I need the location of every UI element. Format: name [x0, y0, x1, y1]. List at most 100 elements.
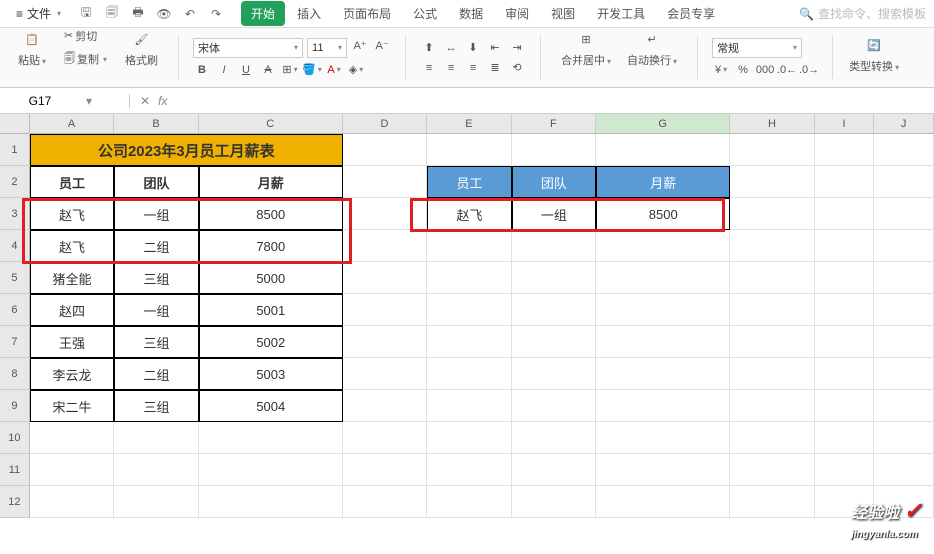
cell[interactable]	[512, 230, 596, 262]
header-cell[interactable]: 员工	[30, 166, 114, 198]
underline-button[interactable]: U	[237, 62, 255, 78]
lookup-header-cell[interactable]: 月薪	[596, 166, 730, 198]
cell[interactable]	[596, 486, 730, 518]
cell[interactable]	[596, 294, 730, 326]
cell[interactable]	[874, 198, 934, 230]
data-cell[interactable]: 赵四	[30, 294, 114, 326]
indent-right-icon[interactable]: ⇥	[508, 40, 526, 56]
cell[interactable]	[427, 134, 511, 166]
border-button[interactable]: ⊞▾	[281, 62, 299, 78]
select-all-corner[interactable]	[0, 114, 30, 133]
name-box-input[interactable]	[0, 94, 80, 108]
save-as-icon[interactable]: 🗐	[103, 5, 121, 23]
cell[interactable]	[874, 454, 934, 486]
cell[interactable]	[427, 390, 511, 422]
cell[interactable]	[730, 262, 814, 294]
col-header[interactable]: B	[114, 114, 198, 133]
print-icon[interactable]: 🖶	[129, 5, 147, 23]
bold-button[interactable]: B	[193, 62, 211, 78]
cell[interactable]	[815, 198, 875, 230]
cell[interactable]	[199, 422, 343, 454]
cell[interactable]	[730, 134, 814, 166]
redo-icon[interactable]: ↷	[207, 5, 225, 23]
merge-button[interactable]: ⊞ 合并居中▾	[555, 26, 617, 70]
name-box[interactable]: ▾	[0, 94, 130, 108]
currency-icon[interactable]: ¥▾	[712, 62, 730, 78]
cell[interactable]	[343, 326, 427, 358]
data-cell[interactable]: 5004	[199, 390, 343, 422]
tab-vip[interactable]: 会员专享	[657, 1, 725, 26]
number-format-select[interactable]: 常规▾	[712, 38, 802, 58]
col-header[interactable]: H	[730, 114, 814, 133]
save-icon[interactable]: 🖫	[77, 5, 95, 23]
data-cell[interactable]: 王强	[30, 326, 114, 358]
cell[interactable]	[596, 230, 730, 262]
cell[interactable]	[30, 422, 114, 454]
tab-formula[interactable]: 公式	[403, 1, 447, 26]
cell[interactable]	[512, 134, 596, 166]
cell[interactable]	[730, 294, 814, 326]
row-header[interactable]: 11	[0, 454, 30, 486]
cell[interactable]	[730, 326, 814, 358]
col-header[interactable]: F	[512, 114, 596, 133]
paste-button[interactable]: 📋 粘贴▾	[12, 26, 52, 70]
decrease-font-icon[interactable]: A⁻	[373, 38, 391, 54]
data-cell[interactable]: 猪全能	[30, 262, 114, 294]
fx-icon[interactable]: fx	[158, 94, 167, 108]
title-cell[interactable]: 公司2023年3月员工月薪表	[30, 134, 343, 166]
col-header[interactable]: I	[815, 114, 875, 133]
lookup-cell[interactable]: 一组	[512, 198, 596, 230]
wrap-button[interactable]: ↵ 自动换行▾	[621, 26, 683, 70]
cell[interactable]	[343, 134, 427, 166]
align-center-icon[interactable]: ≡	[442, 60, 460, 76]
data-cell[interactable]: 5002	[199, 326, 343, 358]
row-header[interactable]: 1	[0, 134, 30, 166]
data-cell[interactable]: 5001	[199, 294, 343, 326]
lookup-cell[interactable]: 赵飞	[427, 198, 511, 230]
cell[interactable]	[596, 390, 730, 422]
cell[interactable]	[596, 358, 730, 390]
font-size-select[interactable]: 11▾	[307, 38, 347, 58]
tab-layout[interactable]: 页面布局	[333, 1, 401, 26]
cell[interactable]	[114, 454, 198, 486]
tab-home[interactable]: 开始	[241, 1, 285, 26]
cell[interactable]	[343, 454, 427, 486]
data-cell[interactable]: 5000	[199, 262, 343, 294]
cell[interactable]	[730, 422, 814, 454]
tab-view[interactable]: 视图	[541, 1, 585, 26]
cell[interactable]	[427, 454, 511, 486]
row-header[interactable]: 6	[0, 294, 30, 326]
cell[interactable]	[874, 230, 934, 262]
orientation-icon[interactable]: ⟲	[508, 60, 526, 76]
row-header[interactable]: 4	[0, 230, 30, 262]
cell[interactable]	[114, 486, 198, 518]
cell[interactable]	[815, 454, 875, 486]
cell[interactable]	[343, 422, 427, 454]
copy-button[interactable]: 🗐复制▾	[60, 49, 111, 70]
data-cell[interactable]: 二组	[114, 230, 198, 262]
cell[interactable]	[199, 454, 343, 486]
header-cell[interactable]: 团队	[114, 166, 198, 198]
col-header[interactable]: G	[596, 114, 730, 133]
cell[interactable]	[427, 230, 511, 262]
cell[interactable]	[815, 262, 875, 294]
increase-font-icon[interactable]: A⁺	[351, 38, 369, 54]
cell[interactable]	[730, 230, 814, 262]
row-header[interactable]: 7	[0, 326, 30, 358]
cell[interactable]	[512, 358, 596, 390]
tab-data[interactable]: 数据	[449, 1, 493, 26]
cell[interactable]	[512, 486, 596, 518]
cell[interactable]	[815, 134, 875, 166]
align-right-icon[interactable]: ≡	[464, 60, 482, 76]
fill-color-button[interactable]: 🪣▾	[303, 62, 321, 78]
data-cell[interactable]: 8500	[199, 198, 343, 230]
search-box[interactable]: 🔍 查找命令、搜索模板	[799, 5, 926, 22]
cell[interactable]	[512, 390, 596, 422]
data-cell[interactable]: 一组	[114, 198, 198, 230]
col-header[interactable]: J	[874, 114, 934, 133]
cell[interactable]	[30, 454, 114, 486]
cell[interactable]	[343, 262, 427, 294]
cancel-icon[interactable]: ✕	[140, 94, 150, 108]
lookup-header-cell[interactable]: 团队	[512, 166, 596, 198]
cell[interactable]	[427, 422, 511, 454]
